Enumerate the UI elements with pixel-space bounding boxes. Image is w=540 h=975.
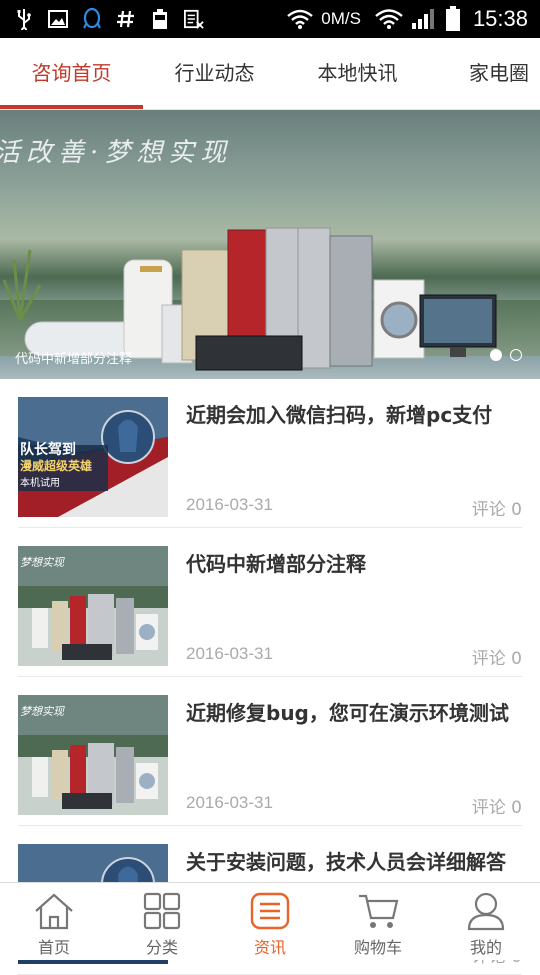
nav-label: 购物车 [353, 938, 402, 957]
thumb-text-line: 漫威超级英雄 [20, 459, 93, 473]
list-item[interactable]: 梦想实现 代码中新增部分注释 2016-03-31 评论 0 [18, 528, 522, 677]
tab-consult-home[interactable]: 咨询首页 [0, 38, 143, 110]
article-date: 2016-03-31 [186, 495, 273, 514]
usb-icon [14, 8, 34, 30]
article-title[interactable]: 关于安装问题，技术人员会详细解答 [186, 846, 522, 875]
tab-industry-news[interactable]: 行业动态 [143, 38, 286, 110]
tab-appliance-circle[interactable]: 家电圈 [429, 38, 540, 110]
battery-icon [445, 6, 461, 31]
article-comment-count: 评论 0 [471, 500, 522, 520]
user-icon [464, 891, 508, 931]
image-icon [48, 8, 68, 30]
no-sim-icon [184, 8, 204, 30]
thumb-text-line: 本机试用 [20, 478, 60, 489]
article-title[interactable]: 近期修复bug，您可在演示环境测试 [186, 697, 522, 726]
list-item[interactable]: 梦想实现 近期修复bug，您可在演示环境测试 2016-03-31 评论 0 [18, 677, 522, 826]
article-comment-count: 评论 0 [471, 798, 522, 818]
network-speed: 0M/S [321, 9, 361, 28]
nav-cart[interactable]: 购物车 [324, 883, 432, 961]
banner-appliances-image [2, 227, 497, 371]
category-tabs: 咨询首页 行业动态 本地快讯 家电圈 [0, 38, 540, 110]
article-date: 2016-03-31 [186, 793, 273, 812]
thumb-text-line: 梦想实现 [20, 556, 64, 569]
nav-mine[interactable]: 我的 [432, 883, 540, 961]
nav-label: 首页 [37, 938, 70, 957]
nav-news[interactable]: 资讯 [216, 883, 324, 961]
article-title[interactable]: 近期会加入微信扫码，新增pc支付 [186, 399, 522, 428]
carousel-dot[interactable] [510, 349, 522, 361]
nav-category[interactable]: 分类 [108, 883, 216, 961]
active-tab-indicator [0, 105, 143, 109]
article-thumbnail: 梦想实现 [18, 695, 168, 815]
nav-label: 分类 [145, 938, 178, 957]
banner-carousel[interactable]: 活改善·梦想实现 代码中新增部分注释 [0, 110, 540, 379]
article-date: 2016-03-31 [186, 644, 273, 663]
wifi-signal-icon [375, 8, 403, 30]
banner-caption: 代码中新增部分注释 [15, 352, 133, 367]
clock: 15:38 [472, 6, 528, 31]
nav-label: 我的 [469, 938, 502, 957]
bottom-nav: 首页 分类 资讯 购物车 我的 [0, 882, 540, 960]
article-title[interactable]: 代码中新增部分注释 [186, 548, 522, 577]
article-thumbnail: 梦想实现 [18, 546, 168, 666]
nav-label: 资讯 [253, 938, 286, 957]
carousel-dots [490, 349, 522, 361]
home-icon [32, 891, 76, 931]
list-item[interactable]: 队长驾到 漫威超级英雄 本机试用 近期会加入微信扫码，新增pc支付 2016-0… [18, 379, 522, 528]
tab-local-news[interactable]: 本地快讯 [286, 38, 429, 110]
article-thumbnail: 队长驾到 漫威超级英雄 本机试用 [18, 397, 168, 517]
nav-home[interactable]: 首页 [0, 883, 108, 961]
qq-icon [82, 8, 102, 30]
carousel-dot-active[interactable] [490, 349, 502, 361]
battery-small-icon [150, 8, 170, 30]
article-comment-count: 评论 0 [471, 649, 522, 669]
thumb-text-line: 队长驾到 [20, 442, 76, 458]
hash-icon [116, 8, 136, 30]
cell-signal-icon [411, 8, 437, 30]
news-icon [248, 891, 292, 931]
status-bar: 0M/S 15:38 [0, 0, 540, 38]
cart-icon [356, 891, 400, 931]
grid-icon [140, 891, 184, 931]
wifi-icon [287, 8, 314, 30]
thumb-text-line: 梦想实现 [20, 705, 64, 718]
